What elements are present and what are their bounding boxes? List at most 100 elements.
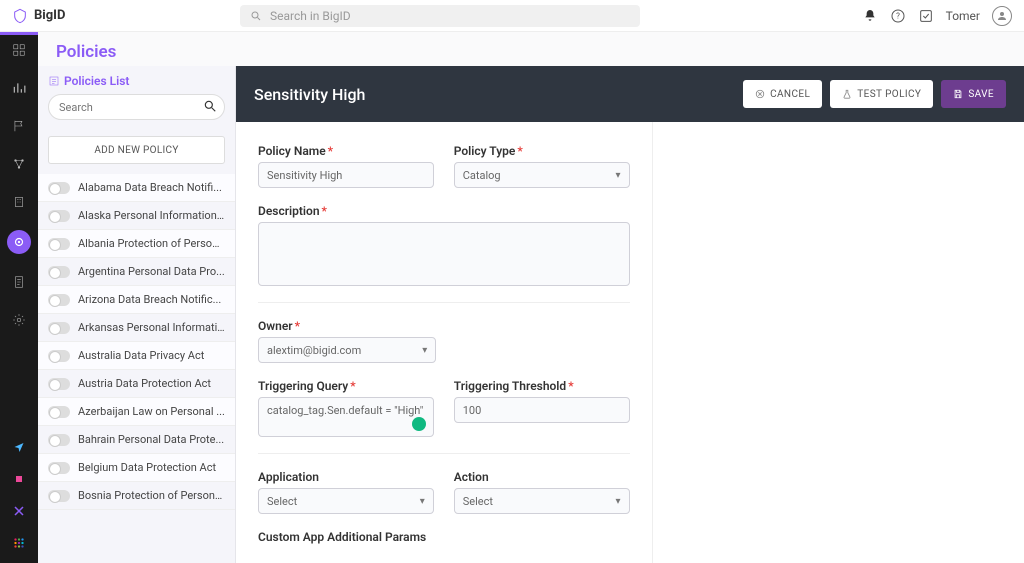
topbar-right: ? Tomer — [862, 6, 1012, 26]
action-select[interactable]: Select▾ — [454, 488, 630, 514]
add-new-policy-button[interactable]: ADD NEW POLICY — [48, 136, 225, 164]
policy-list-item[interactable]: Belgium Data Protection Act — [38, 454, 235, 482]
rail-bottom-2-icon[interactable] — [9, 469, 29, 489]
toggle-icon[interactable] — [48, 294, 70, 306]
form-header: Sensitivity High CANCEL TEST POLICY S — [236, 66, 1024, 122]
policy-list-item[interactable]: Albania Protection of Person... — [38, 230, 235, 258]
toggle-icon[interactable] — [48, 462, 70, 474]
triggering-query-label: Triggering Query* — [258, 379, 434, 393]
test-policy-button[interactable]: TEST POLICY — [830, 80, 933, 108]
rail-bottom-1-icon[interactable] — [9, 437, 29, 457]
cancel-icon — [755, 89, 765, 99]
toggle-icon[interactable] — [48, 490, 70, 502]
custom-app-params-label: Custom App Additional Params — [258, 530, 630, 544]
toggle-icon[interactable] — [48, 378, 70, 390]
toggle-icon[interactable] — [48, 406, 70, 418]
policy-type-label: Policy Type* — [454, 144, 630, 158]
policy-list-item[interactable]: Austria Data Protection Act — [38, 370, 235, 398]
policy-list-item[interactable]: Australia Data Privacy Act — [38, 342, 235, 370]
save-button[interactable]: SAVE — [941, 80, 1006, 108]
chevron-down-icon: ▾ — [420, 496, 425, 507]
rail-building-icon[interactable] — [9, 192, 29, 212]
description-input[interactable] — [258, 222, 630, 286]
policy-item-label: Arkansas Personal Informati... — [78, 321, 225, 334]
cancel-button[interactable]: CANCEL — [743, 80, 822, 108]
policy-list-item[interactable]: Arkansas Personal Informati... — [38, 314, 235, 342]
rail-apps-icon[interactable] — [9, 533, 29, 553]
policy-list-item[interactable]: Alabama Data Breach Notifi... — [38, 174, 235, 202]
flask-icon — [842, 89, 852, 99]
rail-gear-icon[interactable] — [9, 310, 29, 330]
rail-flag-icon[interactable] — [9, 116, 29, 136]
policy-item-label: Belgium Data Protection Act — [78, 461, 225, 474]
form-body: Policy Name* Policy Type* Catalog▾ Descr… — [236, 122, 652, 563]
form-right-spacer — [652, 122, 1024, 563]
owner-label: Owner* — [258, 319, 436, 333]
brand-logo: BigID — [12, 8, 222, 24]
owner-select[interactable]: alextim@bigid.com▾ — [258, 337, 436, 363]
policy-list-item[interactable]: Arizona Data Breach Notific... — [38, 286, 235, 314]
rail-network-icon[interactable] — [9, 154, 29, 174]
policy-list-item[interactable]: Bosnia Protection of Persona... — [38, 482, 235, 510]
policy-item-label: Bahrain Personal Data Prote... — [78, 433, 225, 446]
policy-list-item[interactable]: Alaska Personal Information ... — [38, 202, 235, 230]
rail-dashboard-icon[interactable] — [9, 40, 29, 60]
checkbox-icon[interactable] — [918, 8, 934, 24]
toggle-icon[interactable] — [48, 434, 70, 446]
chevron-down-icon: ▾ — [615, 496, 620, 507]
app-shell: Policies Policies List ADD NEW — [0, 32, 1024, 563]
search-icon — [248, 8, 264, 24]
toggle-icon[interactable] — [48, 266, 70, 278]
policy-name-input[interactable] — [258, 162, 434, 188]
triggering-query-input[interactable] — [258, 397, 434, 437]
policy-item-label: Alaska Personal Information ... — [78, 209, 225, 222]
policy-form: Sensitivity High CANCEL TEST POLICY S — [236, 66, 1024, 563]
avatar[interactable] — [992, 6, 1012, 26]
toggle-icon[interactable] — [48, 350, 70, 362]
policy-item-label: Bosnia Protection of Persona... — [78, 489, 225, 502]
policy-list-item[interactable]: Bahrain Personal Data Prote... — [38, 426, 235, 454]
policy-item-label: Australia Data Privacy Act — [78, 349, 225, 362]
toggle-icon[interactable] — [48, 182, 70, 194]
policies-list-heading: Policies List — [48, 74, 225, 88]
toggle-icon[interactable] — [48, 210, 70, 222]
rail-doc-icon[interactable] — [9, 272, 29, 292]
rail-policies-icon[interactable] — [7, 230, 31, 254]
top-bar: BigID Search in BigID ? Tomer — [0, 0, 1024, 32]
triggering-threshold-label: Triggering Threshold* — [454, 379, 630, 393]
user-name: Tomer — [946, 9, 980, 23]
brand-name: BigID — [34, 8, 65, 23]
triggering-threshold-input[interactable] — [454, 397, 630, 423]
chevron-down-icon: ▾ — [615, 170, 620, 181]
page-title: Policies — [38, 32, 1024, 66]
rail-bottom-3-icon[interactable] — [9, 501, 29, 521]
global-search[interactable]: Search in BigID — [240, 5, 640, 27]
policy-item-label: Arizona Data Breach Notific... — [78, 293, 225, 306]
nav-rail — [0, 32, 38, 563]
policy-item-label: Austria Data Protection Act — [78, 377, 225, 390]
divider — [258, 302, 630, 303]
bell-icon[interactable] — [862, 8, 878, 24]
save-icon — [953, 89, 963, 99]
rail-chart-icon[interactable] — [9, 78, 29, 98]
application-select[interactable]: Select▾ — [258, 488, 434, 514]
policy-item-label: Alabama Data Breach Notifi... — [78, 181, 225, 194]
action-label: Action — [454, 470, 630, 484]
policies-search[interactable] — [48, 94, 225, 120]
policies-list-panel: Policies List ADD NEW POLICY Alabama Dat… — [38, 66, 236, 563]
toggle-icon[interactable] — [48, 322, 70, 334]
policy-item-label: Argentina Personal Data Pro... — [78, 265, 225, 278]
policies-search-input[interactable] — [48, 94, 225, 120]
policy-list: Alabama Data Breach Notifi... Alaska Pers… — [38, 174, 235, 563]
policy-type-select[interactable]: Catalog▾ — [454, 162, 630, 188]
policy-list-item[interactable]: Argentina Personal Data Pro... — [38, 258, 235, 286]
form-title: Sensitivity High — [254, 85, 365, 104]
application-label: Application — [258, 470, 434, 484]
help-icon[interactable]: ? — [890, 8, 906, 24]
toggle-icon[interactable] — [48, 238, 70, 250]
policy-name-label: Policy Name* — [258, 144, 434, 158]
chevron-down-icon: ▾ — [422, 345, 427, 356]
policy-item-label: Albania Protection of Person... — [78, 237, 225, 250]
page: Policies Policies List ADD NEW — [38, 32, 1024, 563]
policy-list-item[interactable]: Azerbaijan Law on Personal ... — [38, 398, 235, 426]
